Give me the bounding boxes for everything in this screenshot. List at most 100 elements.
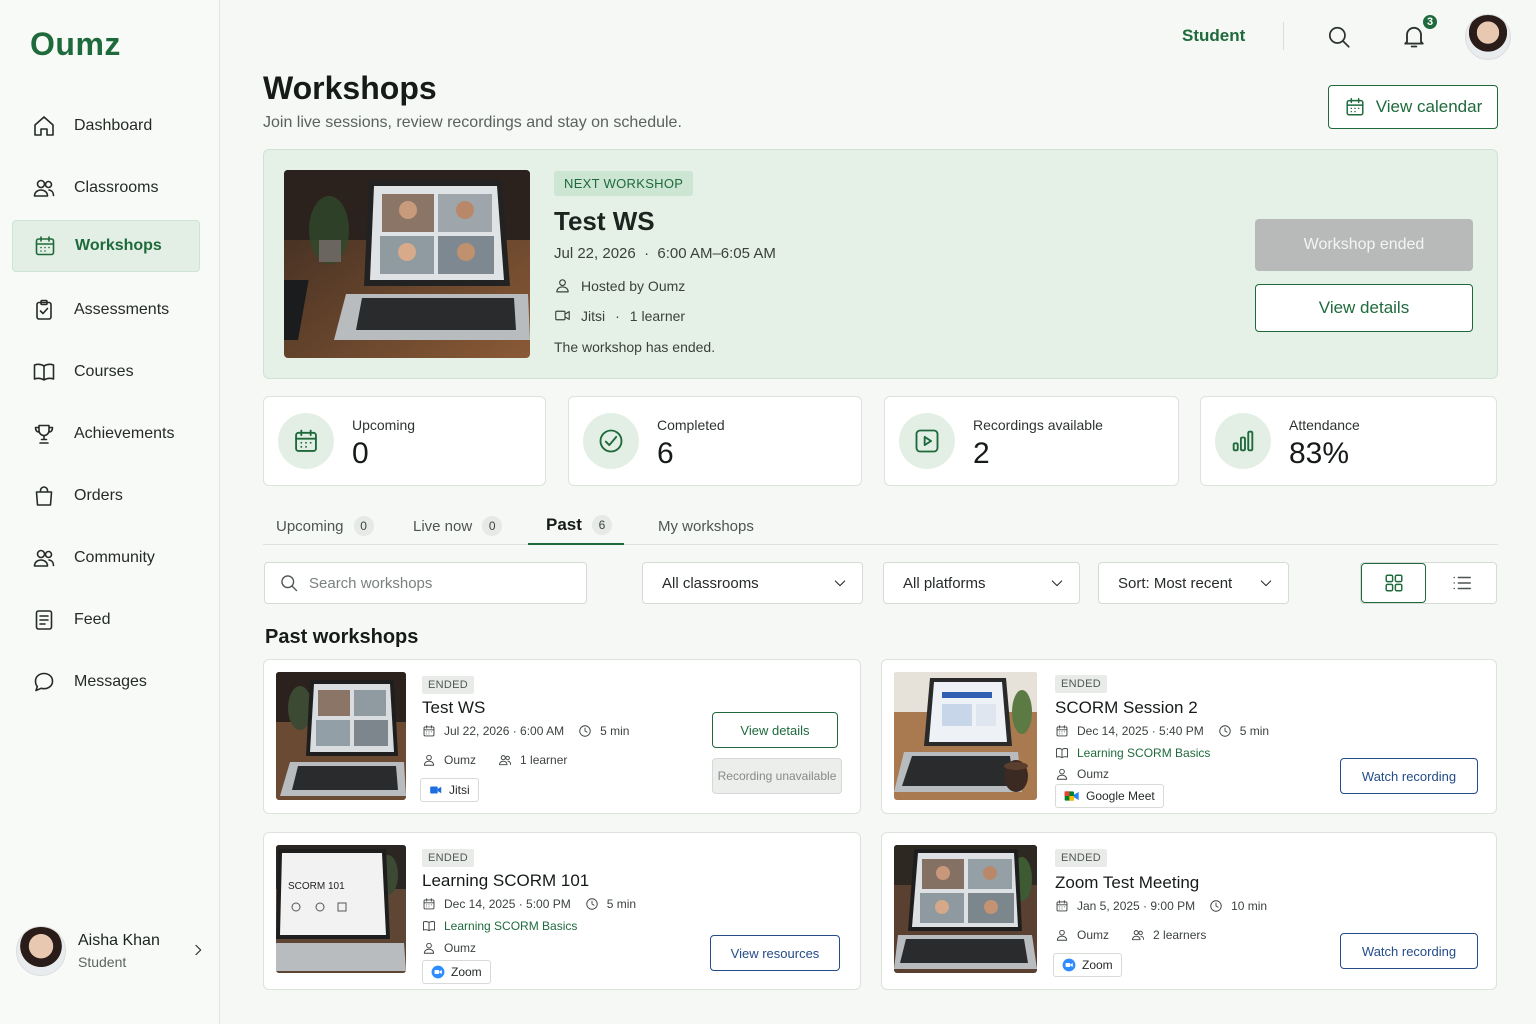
stat-value: 0 xyxy=(352,437,369,470)
user-icon xyxy=(422,753,436,767)
workshop-time: 6:00 AM–6:05 AM xyxy=(657,245,776,262)
card-datetime: Dec 14, 2025 · 5:40 PM 5 min xyxy=(1055,724,1269,738)
sidebar-item-messages[interactable]: Messages xyxy=(12,656,200,708)
check-circle-icon xyxy=(597,427,625,455)
play-icon xyxy=(913,427,941,455)
list-icon xyxy=(1451,572,1473,594)
thumbnail-screen-text: SCORM 101 xyxy=(288,881,345,892)
tab-count: 0 xyxy=(482,516,503,536)
sidebar-item-workshops[interactable]: Workshops xyxy=(12,220,200,272)
card-title: SCORM Session 2 xyxy=(1055,698,1198,717)
sort-select[interactable]: Sort: Most recent xyxy=(1098,562,1289,604)
workshop-card[interactable]: ENDED SCORM Session 2 Dec 14, 2025 · 5:4… xyxy=(881,659,1497,814)
card-host-learners: Oumz 2 learners xyxy=(1055,928,1206,942)
sidebar-item-orders[interactable]: Orders xyxy=(12,470,200,522)
stat-label: Completed xyxy=(657,417,725,433)
course-link[interactable]: Learning SCORM Basics xyxy=(1077,746,1210,760)
platform-chip: Zoom xyxy=(422,960,491,984)
tab-label: Live now xyxy=(413,517,473,535)
shopping-bag-icon xyxy=(32,484,56,508)
zoom-icon xyxy=(1062,958,1076,972)
platform-select[interactable]: All platforms xyxy=(883,562,1080,604)
platform-label: Jitsi xyxy=(581,307,606,324)
workshop-status: The workshop has ended. xyxy=(554,339,716,355)
card-course: Learning SCORM Basics xyxy=(1055,746,1210,760)
platform-chip: Zoom xyxy=(1053,953,1122,977)
watch-recording-button[interactable]: Watch recording xyxy=(1340,758,1478,794)
page-title: Workshops xyxy=(263,70,437,106)
sidebar-item-dashboard[interactable]: Dashboard xyxy=(12,100,200,152)
workshop-host: Hosted by Oumz xyxy=(554,277,685,294)
card-learners: 1 learner xyxy=(520,753,568,767)
classroom-select[interactable]: All classrooms xyxy=(642,562,863,604)
users-icon xyxy=(32,176,56,200)
sidebar-item-courses[interactable]: Courses xyxy=(12,346,200,398)
card-host: Oumz xyxy=(444,753,477,767)
search-input[interactable] xyxy=(309,574,569,592)
next-workshop-tag: NEXT WORKSHOP xyxy=(554,171,694,196)
view-details-button[interactable]: View details xyxy=(1255,284,1473,332)
google-meet-icon xyxy=(1064,791,1079,801)
watch-recording-button[interactable]: Watch recording xyxy=(1340,933,1478,969)
clock-icon xyxy=(585,897,599,911)
ended-badge: ENDED xyxy=(1055,849,1108,867)
course-link[interactable]: Learning SCORM Basics xyxy=(444,919,577,933)
view-calendar-button[interactable]: View calendar xyxy=(1328,85,1498,129)
header-avatar[interactable] xyxy=(1465,14,1511,60)
workshop-card[interactable]: SCORM 101 ENDED Learning SCORM 101 Dec 1… xyxy=(263,832,861,990)
sidebar-item-label: Orders xyxy=(74,487,123,504)
recording-unavailable-button: Recording unavailable xyxy=(712,758,842,794)
view-resources-button[interactable]: View resources xyxy=(710,935,840,971)
workshop-card[interactable]: ENDED Test WS Jul 22, 2026 · 6:00 AM 5 m… xyxy=(263,659,861,814)
tab-past[interactable]: Past 6 xyxy=(528,507,624,545)
notification-badge: 3 xyxy=(1421,13,1439,31)
sidebar: Oumz Dashboard Classrooms Workshops Asse… xyxy=(0,0,220,1024)
stat-recordings: Recordings available 2 xyxy=(884,396,1179,486)
sidebar-item-feed[interactable]: Feed xyxy=(12,594,200,646)
sidebar-item-community[interactable]: Community xyxy=(12,532,200,584)
search-workshops xyxy=(264,562,587,604)
search-icon xyxy=(279,573,299,593)
card-host: Oumz xyxy=(1077,928,1110,942)
user-icon xyxy=(422,941,436,955)
tab-label: Past xyxy=(546,515,582,534)
tab-live-now[interactable]: Live now 0 xyxy=(413,507,503,545)
card-host: Oumz xyxy=(1055,767,1109,781)
role-switcher[interactable]: Student xyxy=(1182,26,1245,46)
sidebar-item-label: Classrooms xyxy=(74,179,159,196)
app-logo[interactable]: Oumz xyxy=(30,26,121,63)
clock-icon xyxy=(1218,724,1232,738)
sidebar-item-assessments[interactable]: Assessments xyxy=(12,284,200,336)
select-value: All platforms xyxy=(903,574,986,592)
user-profile-menu[interactable]: Aisha Khan Student xyxy=(16,922,206,980)
list-view-button[interactable] xyxy=(1427,563,1497,603)
book-open-icon xyxy=(422,919,436,933)
user-role: Student xyxy=(78,954,127,970)
chevron-down-icon xyxy=(832,575,848,591)
platform-chip: Jitsi xyxy=(420,778,479,802)
card-duration: 5 min xyxy=(600,724,630,738)
user-icon xyxy=(554,277,571,294)
grid-view-button[interactable] xyxy=(1361,563,1426,603)
stat-value: 83% xyxy=(1289,437,1350,470)
workshop-card[interactable]: ENDED Zoom Test Meeting Jan 5, 2025 · 9:… xyxy=(881,832,1497,990)
workshop-thumbnail: SCORM 101 xyxy=(276,845,406,973)
sidebar-item-achievements[interactable]: Achievements xyxy=(12,408,200,460)
calendar-icon xyxy=(1055,899,1069,913)
select-value: Sort: Most recent xyxy=(1118,574,1233,592)
workshop-tabs: Upcoming 0 Live now 0 Past 6 My workshop… xyxy=(263,507,1498,545)
tab-label: Upcoming xyxy=(276,517,344,535)
view-details-button[interactable]: View details xyxy=(712,712,838,748)
sidebar-item-label: Assessments xyxy=(74,301,170,318)
tab-my-workshops[interactable]: My workshops xyxy=(658,507,754,545)
home-icon xyxy=(32,114,56,138)
card-title: Zoom Test Meeting xyxy=(1055,873,1200,892)
trophy-icon xyxy=(32,422,56,446)
card-date: Dec 14, 2025 · 5:40 PM xyxy=(1077,724,1204,738)
sidebar-item-label: Feed xyxy=(74,611,111,628)
stat-value: 6 xyxy=(657,437,674,470)
search-icon[interactable] xyxy=(1326,24,1352,50)
sidebar-item-classrooms[interactable]: Classrooms xyxy=(12,162,200,214)
tab-upcoming[interactable]: Upcoming 0 xyxy=(276,507,374,545)
view-calendar-label: View calendar xyxy=(1375,97,1483,116)
